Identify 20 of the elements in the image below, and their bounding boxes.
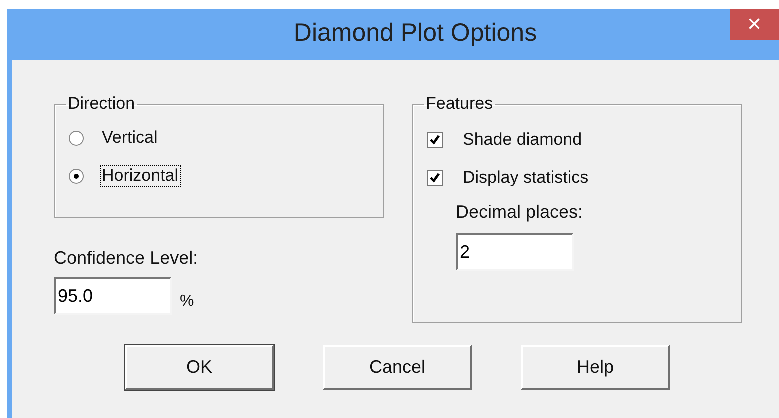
input-field[interactable]: 95.0	[54, 277, 172, 315]
radio-button[interactable]	[69, 168, 84, 184]
checkbox-label[interactable]: Display statistics	[461, 167, 591, 189]
dialog-button[interactable]: OK	[125, 345, 274, 390]
radio-label[interactable]: Vertical	[100, 127, 160, 149]
group-label: Features	[425, 94, 494, 114]
radio-label[interactable]: Horizontal	[100, 165, 181, 187]
field-label: Decimal places:	[456, 202, 584, 223]
dialog-button[interactable]: Help	[521, 345, 670, 390]
radio-button[interactable]	[69, 130, 84, 146]
checkbox[interactable]	[427, 170, 443, 186]
close-button[interactable]: ×	[730, 9, 779, 40]
group-label: Direction	[67, 94, 136, 114]
unit-label: %	[180, 293, 194, 311]
checkbox[interactable]	[427, 132, 443, 148]
field-label: Confidence Level:	[54, 248, 200, 269]
input-field[interactable]: 2	[456, 233, 574, 271]
window-title: Diamond Plot Options	[294, 19, 538, 48]
dialog-button[interactable]: Cancel	[323, 345, 472, 390]
checkbox-label[interactable]: Shade diamond	[461, 129, 584, 151]
